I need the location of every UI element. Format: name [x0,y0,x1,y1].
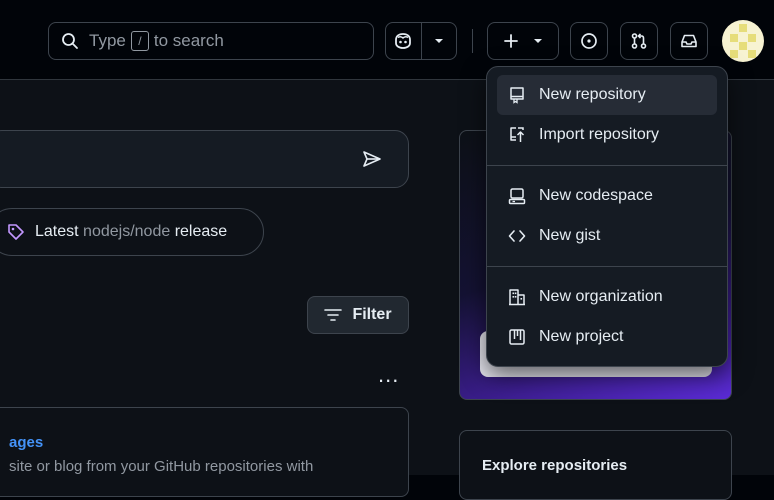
triangle-down-icon [434,38,444,44]
menu-item-label: Import repository [539,126,660,143]
pull-requests-button[interactable] [620,22,658,60]
tag-icon [7,223,25,241]
pill-text: Latest nodejs/node release [35,223,228,240]
search-shortcut-key: / [130,31,149,51]
menu-item-label: New codespace [539,187,653,204]
inbox-icon [680,32,698,50]
repo-push-icon [507,125,527,145]
copilot-chat-input[interactable] [0,130,409,188]
menu-item-import-repository[interactable]: Import repository [497,115,717,155]
pages-card-description: site or blog from your GitHub repositori… [9,458,314,475]
copilot-button[interactable] [386,23,421,59]
paper-airplane-icon[interactable] [362,150,382,168]
copilot-icon [393,32,413,50]
pages-feed-card: ages site or blog from your GitHub repos… [0,407,409,497]
kebab-horizontal-icon[interactable]: ... [378,364,399,386]
pill-repo-name: nodejs/node [83,223,171,240]
menu-item-new-repository[interactable]: New repository [497,75,717,115]
triangle-down-icon [533,38,543,44]
filter-icon [324,308,343,322]
project-icon [507,327,527,347]
copilot-button-group [385,22,457,60]
menu-item-label: New project [539,328,624,345]
avatar-pixel [739,42,747,50]
issue-opened-icon [580,32,598,50]
search-placeholder: Type / to search [89,31,224,51]
header-divider [472,29,473,53]
plus-icon [503,33,519,49]
avatar-pixel [730,50,738,58]
search-icon [61,32,79,50]
issues-button[interactable] [570,22,608,60]
avatar-pixel [748,50,756,58]
organization-icon [507,287,527,307]
explore-title: Explore repositories [482,457,628,474]
copilot-dropdown-button[interactable] [422,23,457,59]
menu-item-label: New gist [539,227,601,244]
create-new-button[interactable] [487,22,559,60]
git-pull-request-icon [630,32,648,50]
chat-suggestion-pill[interactable]: Latest nodejs/node release [0,208,264,256]
inbox-button[interactable] [670,22,708,60]
menu-item-new-organization[interactable]: New organization [497,277,717,317]
feed-filter-button[interactable]: Filter [307,296,409,334]
menu-item-new-gist[interactable]: New gist [497,216,717,256]
avatar-pixel [748,34,756,42]
menu-item-label: New repository [539,86,646,103]
code-icon [507,226,527,246]
menu-item-label: New organization [539,288,663,305]
avatar-pixel [739,24,747,32]
pages-card-title[interactable]: ages [9,434,43,451]
filter-label: Filter [352,306,392,323]
codespaces-icon [507,186,527,206]
create-new-menu: New repository Import repository New cod… [486,66,728,367]
user-avatar[interactable] [722,20,764,62]
menu-item-new-codespace[interactable]: New codespace [497,176,717,216]
repo-icon [507,85,527,105]
menu-divider [487,266,727,267]
explore-repositories-card: Explore repositories [459,430,732,500]
menu-item-new-project[interactable]: New project [497,317,717,357]
menu-divider [487,165,727,166]
avatar-pixel [730,34,738,42]
search-input[interactable]: Type / to search [48,22,374,60]
